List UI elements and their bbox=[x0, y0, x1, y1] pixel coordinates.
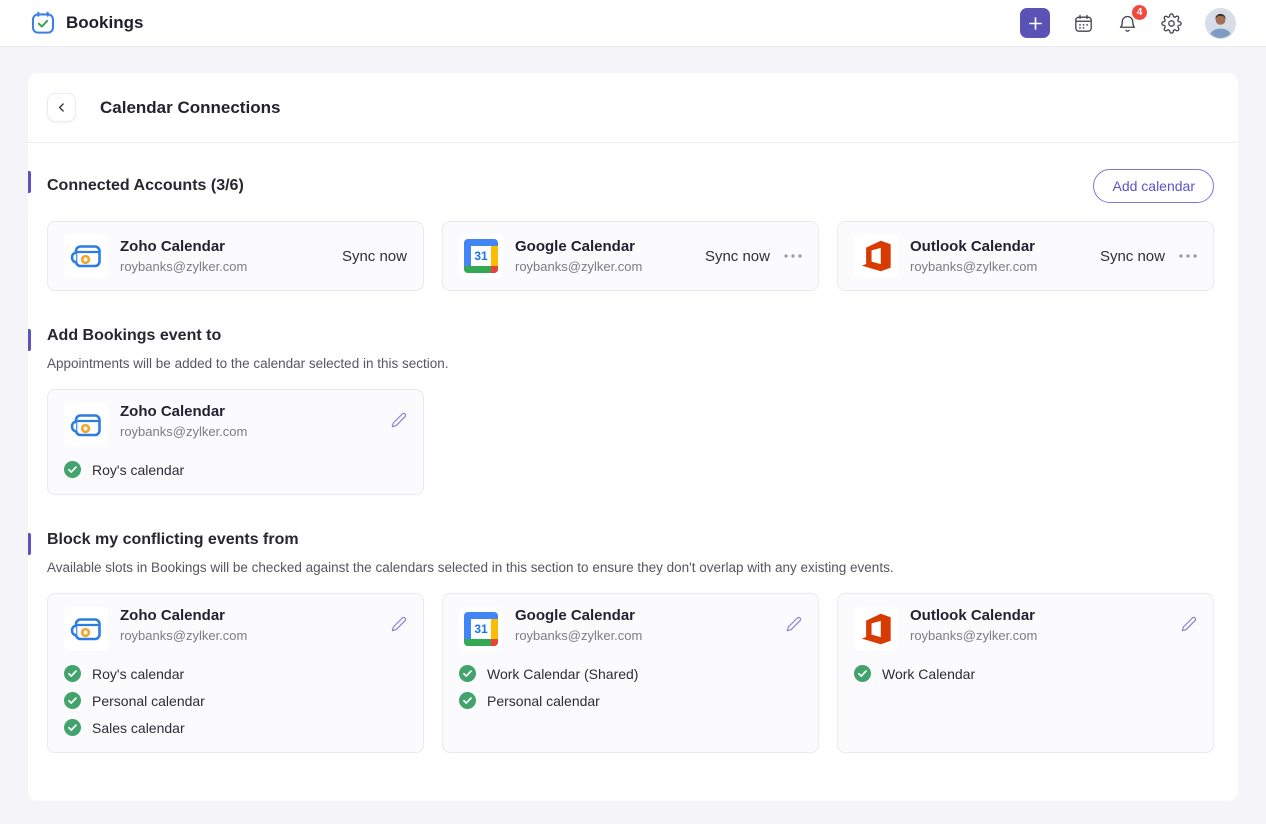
panel-header: Calendar Connections bbox=[28, 73, 1238, 143]
zoho-calendar-icon bbox=[64, 403, 108, 447]
connected-accounts-title: Connected Accounts (3/6) bbox=[47, 177, 244, 195]
settings-button[interactable] bbox=[1161, 13, 1182, 34]
add-bookings-event-list: Zoho Calendar roybanks@zylker.com bbox=[47, 389, 1214, 495]
google-calendar-icon: 31 bbox=[459, 234, 503, 278]
check-icon bbox=[459, 665, 476, 682]
create-new-button[interactable] bbox=[1020, 8, 1050, 38]
add-calendar-button[interactable]: Add calendar bbox=[1093, 169, 1214, 203]
page-title: Calendar Connections bbox=[100, 98, 280, 118]
provider-email: roybanks@zylker.com bbox=[910, 259, 1037, 274]
user-avatar[interactable] bbox=[1205, 8, 1236, 39]
check-icon bbox=[64, 461, 81, 478]
sync-now-link[interactable]: Sync now bbox=[1100, 248, 1165, 265]
provider-email: roybanks@zylker.com bbox=[910, 628, 1037, 643]
provider-name: Outlook Calendar bbox=[910, 607, 1037, 624]
more-options-button[interactable] bbox=[1179, 250, 1197, 262]
provider-name: Zoho Calendar bbox=[120, 403, 247, 420]
edit-calendars-button[interactable] bbox=[786, 616, 802, 632]
avatar-photo bbox=[1206, 9, 1235, 38]
provider-name: Google Calendar bbox=[515, 607, 642, 624]
bookings-logo-icon bbox=[30, 10, 56, 36]
add-event-card-zoho: Zoho Calendar roybanks@zylker.com bbox=[47, 389, 424, 495]
notifications-button[interactable]: 4 bbox=[1117, 13, 1138, 34]
selected-calendar-item: Roy's calendar bbox=[64, 461, 407, 478]
edit-calendars-button[interactable] bbox=[391, 412, 407, 428]
calendar-view-button[interactable] bbox=[1073, 13, 1094, 34]
check-icon bbox=[459, 692, 476, 709]
calendar-name: Sales calendar bbox=[92, 720, 185, 736]
provider-name: Zoho Calendar bbox=[120, 238, 247, 255]
check-icon bbox=[64, 719, 81, 736]
calendar-name: Personal calendar bbox=[92, 693, 205, 709]
calendar-name: Work Calendar bbox=[882, 666, 975, 682]
ellipsis-icon bbox=[1179, 254, 1197, 258]
provider-email: roybanks@zylker.com bbox=[120, 628, 247, 643]
provider-email: roybanks@zylker.com bbox=[120, 424, 247, 439]
check-icon bbox=[64, 692, 81, 709]
calendar-name: Roy's calendar bbox=[92, 666, 184, 682]
sync-now-link[interactable]: Sync now bbox=[342, 248, 407, 265]
add-bookings-event-section: Add Bookings event to Appointments will … bbox=[28, 327, 1238, 495]
pencil-icon bbox=[391, 616, 407, 632]
outlook-calendar-icon bbox=[854, 607, 898, 651]
back-button[interactable] bbox=[47, 93, 76, 122]
provider-name: Zoho Calendar bbox=[120, 607, 247, 624]
top-navigation-bar: Bookings 4 bbox=[0, 0, 1266, 47]
pencil-icon bbox=[391, 412, 407, 428]
bookings-logo[interactable]: Bookings bbox=[30, 10, 143, 36]
block-card-zoho: Zoho Calendar roybanks@zylker.com Roy's … bbox=[47, 593, 424, 753]
zoho-calendar-icon bbox=[64, 607, 108, 651]
block-card-outlook: Outlook Calendar roybanks@zylker.com Wor… bbox=[837, 593, 1214, 753]
provider-name: Google Calendar bbox=[515, 238, 642, 255]
connected-account-card-zoho: Zoho Calendar roybanks@zylker.com Sync n… bbox=[47, 221, 424, 291]
ellipsis-icon bbox=[784, 254, 802, 258]
calendar-name: Work Calendar (Shared) bbox=[487, 666, 638, 682]
edit-calendars-button[interactable] bbox=[391, 616, 407, 632]
connected-accounts-list: Zoho Calendar roybanks@zylker.com Sync n… bbox=[47, 221, 1214, 291]
topbar-actions: 4 bbox=[1020, 8, 1236, 39]
edit-calendars-button[interactable] bbox=[1181, 616, 1197, 632]
provider-email: roybanks@zylker.com bbox=[515, 259, 642, 274]
block-card-google: 31 Google Calendar roybanks@zylker.com bbox=[442, 593, 819, 753]
check-icon bbox=[854, 665, 871, 682]
selected-calendar-item: Work Calendar (Shared) bbox=[459, 665, 802, 682]
zoho-calendar-icon bbox=[64, 234, 108, 278]
provider-email: roybanks@zylker.com bbox=[120, 259, 247, 274]
section-accent-bar bbox=[28, 329, 31, 351]
selected-calendar-item: Work Calendar bbox=[854, 665, 1197, 682]
selected-calendar-item: Personal calendar bbox=[459, 692, 802, 709]
selected-calendar-item: Sales calendar bbox=[64, 719, 407, 736]
selected-calendar-item: Personal calendar bbox=[64, 692, 407, 709]
connected-account-card-google: 31 Google Calendar roybanks@zylker.com S… bbox=[442, 221, 819, 291]
block-conflicting-description: Available slots in Bookings will be chec… bbox=[47, 560, 1214, 575]
calendar-connections-panel: Calendar Connections Connected Accounts … bbox=[28, 73, 1238, 801]
notification-badge: 4 bbox=[1132, 5, 1147, 20]
section-accent-bar bbox=[28, 171, 31, 193]
more-options-button[interactable] bbox=[784, 250, 802, 262]
block-conflicting-title: Block my conflicting events from bbox=[47, 531, 299, 549]
google-calendar-icon: 31 bbox=[459, 607, 503, 651]
gear-icon bbox=[1161, 13, 1182, 34]
calendar-name: Roy's calendar bbox=[92, 462, 184, 478]
block-conflicting-events-section: Block my conflicting events from Availab… bbox=[28, 531, 1238, 753]
add-bookings-event-description: Appointments will be added to the calend… bbox=[47, 356, 1214, 371]
calendar-icon bbox=[1073, 13, 1094, 34]
provider-name: Outlook Calendar bbox=[910, 238, 1037, 255]
pencil-icon bbox=[1181, 616, 1197, 632]
connected-accounts-section: Connected Accounts (3/6) Add calendar Zo… bbox=[28, 169, 1238, 291]
outlook-calendar-icon bbox=[854, 234, 898, 278]
plus-icon bbox=[1028, 16, 1043, 31]
block-conflicting-list: Zoho Calendar roybanks@zylker.com Roy's … bbox=[47, 593, 1214, 753]
check-icon bbox=[64, 665, 81, 682]
chevron-left-icon bbox=[55, 101, 68, 114]
section-accent-bar bbox=[28, 533, 31, 555]
app-title: Bookings bbox=[66, 13, 143, 33]
calendar-name: Personal calendar bbox=[487, 693, 600, 709]
provider-email: roybanks@zylker.com bbox=[515, 628, 642, 643]
connected-account-card-outlook: Outlook Calendar roybanks@zylker.com Syn… bbox=[837, 221, 1214, 291]
pencil-icon bbox=[786, 616, 802, 632]
add-bookings-event-title: Add Bookings event to bbox=[47, 327, 221, 345]
sync-now-link[interactable]: Sync now bbox=[705, 248, 770, 265]
selected-calendar-item: Roy's calendar bbox=[64, 665, 407, 682]
